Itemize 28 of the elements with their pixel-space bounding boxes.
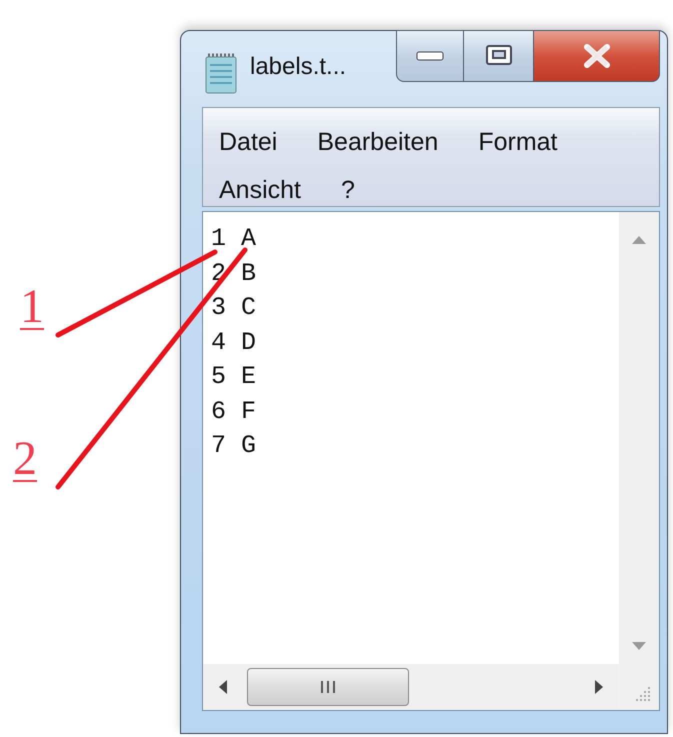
text-line: 7 G	[211, 430, 256, 462]
text-line: 1 A	[211, 223, 256, 255]
text-line: 6 F	[211, 396, 256, 428]
text-line: 4 D	[211, 326, 256, 358]
annotation-label: 2	[13, 435, 37, 483]
maximize-icon	[484, 44, 514, 68]
maximize-button[interactable]	[464, 30, 534, 82]
scroll-down-icon[interactable]	[632, 642, 646, 650]
minimize-button[interactable]	[396, 30, 464, 82]
scroll-thumb[interactable]	[247, 668, 409, 706]
menu-item[interactable]: Bearbeiten	[317, 118, 438, 166]
annotation-label: 1	[20, 283, 44, 331]
text-line: 5 E	[211, 361, 256, 393]
grip-icon	[320, 680, 336, 694]
horizontal-scrollbar[interactable]	[203, 664, 619, 710]
text-line: 3 C	[211, 292, 256, 324]
resize-grip-icon[interactable]	[635, 686, 651, 702]
minimize-icon	[415, 49, 445, 63]
window-title: labels.t...	[250, 53, 346, 81]
menu-item[interactable]: Format	[478, 118, 558, 166]
menu-item[interactable]: Ansicht	[219, 166, 301, 214]
close-button[interactable]	[534, 30, 660, 82]
scroll-right-icon[interactable]	[595, 680, 603, 694]
menu-item[interactable]: ?	[340, 166, 355, 214]
vertical-scrollbar[interactable]	[619, 212, 659, 664]
scroll-left-icon[interactable]	[219, 680, 227, 694]
menu-item[interactable]: Datei	[219, 118, 278, 166]
scroll-up-icon[interactable]	[632, 236, 646, 244]
